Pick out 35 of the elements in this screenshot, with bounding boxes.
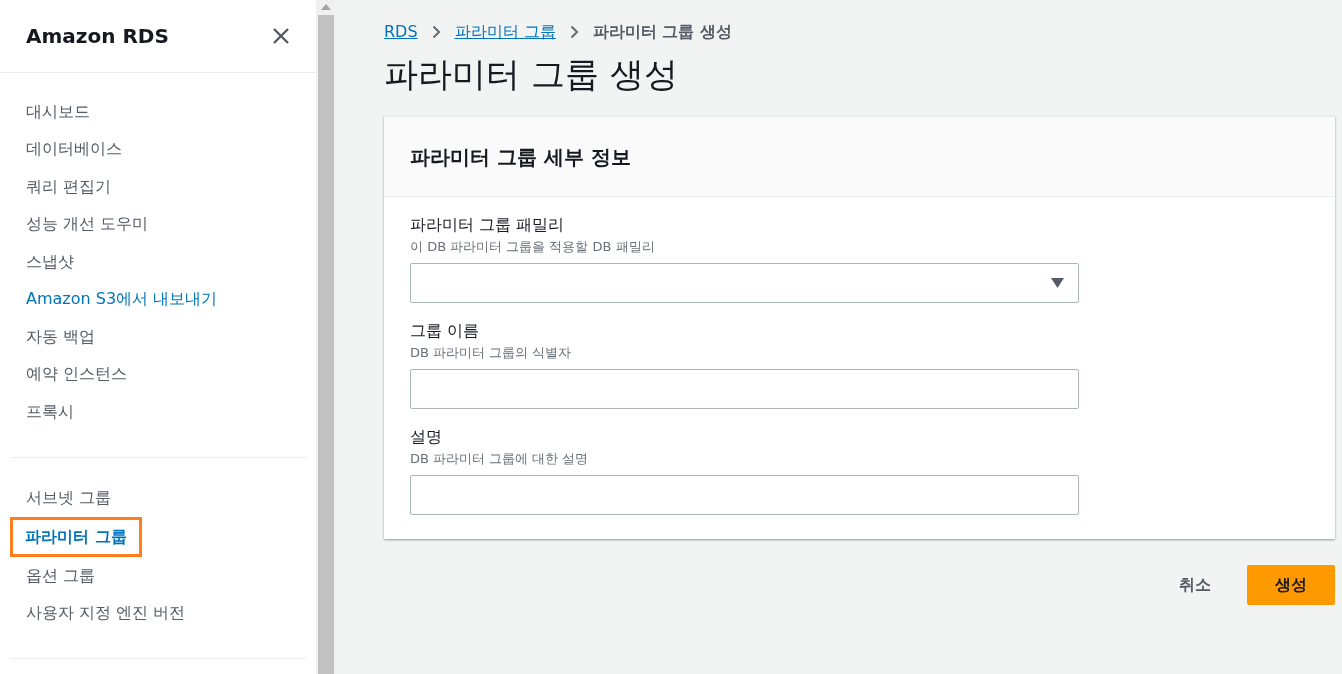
input-field[interactable]: [410, 475, 1079, 515]
create-button[interactable]: 생성: [1247, 565, 1335, 605]
page-title: 파라미터 그룹 생성: [384, 53, 679, 96]
chevron-right-icon: [431, 25, 441, 39]
nav-item[interactable]: 스냅샷: [10, 243, 90, 281]
breadcrumb-link[interactable]: 파라미터 그룹: [454, 20, 556, 44]
nav-item[interactable]: 쿼리 편집기: [10, 168, 128, 206]
nav-item[interactable]: 대시보드: [10, 93, 106, 131]
field-hint: DB 파라미터 그룹에 대한 설명: [410, 450, 590, 468]
nav-item[interactable]: 사용자 지정 엔진 버전: [10, 594, 202, 632]
field-label: 그룹 이름: [410, 320, 481, 342]
cancel-button[interactable]: 취소: [1155, 565, 1235, 605]
field-label: 파라미터 그룹 패밀리: [410, 214, 566, 236]
sidebar-title: Amazon RDS: [26, 23, 169, 50]
close-icon[interactable]: [272, 27, 290, 45]
field-hint: DB 파라미터 그룹의 식별자: [410, 344, 573, 362]
nav-item[interactable]: 서브넷 그룹: [10, 479, 128, 517]
nav-item[interactable]: 성능 개선 도우미: [10, 205, 165, 243]
nav-item[interactable]: Amazon S3에서 내보내기: [10, 280, 234, 318]
breadcrumb-current: 파라미터 그룹 생성: [592, 21, 732, 43]
nav-item[interactable]: 프록시: [10, 393, 90, 431]
dropdown-caret-icon: [1051, 278, 1064, 288]
nav-item[interactable]: 자동 백업: [10, 318, 112, 356]
nav-item[interactable]: 파라미터 그룹: [10, 517, 142, 557]
nav-item[interactable]: 예약 인스턴스: [10, 355, 144, 393]
field-hint: 이 DB 파라미터 그룹을 적용할 DB 패밀리: [410, 238, 656, 256]
breadcrumb-link[interactable]: RDS: [384, 20, 418, 44]
input-field[interactable]: [410, 369, 1079, 409]
field-label: 설명: [410, 426, 443, 448]
panel-title: 파라미터 그룹 세부 정보: [410, 143, 631, 171]
nav-item[interactable]: 옵션 그룹: [10, 557, 112, 595]
chevron-right-icon: [569, 25, 579, 39]
nav-item[interactable]: 데이터베이스: [10, 130, 138, 168]
scroll-up-icon[interactable]: [321, 4, 331, 10]
select-field[interactable]: [410, 263, 1079, 303]
